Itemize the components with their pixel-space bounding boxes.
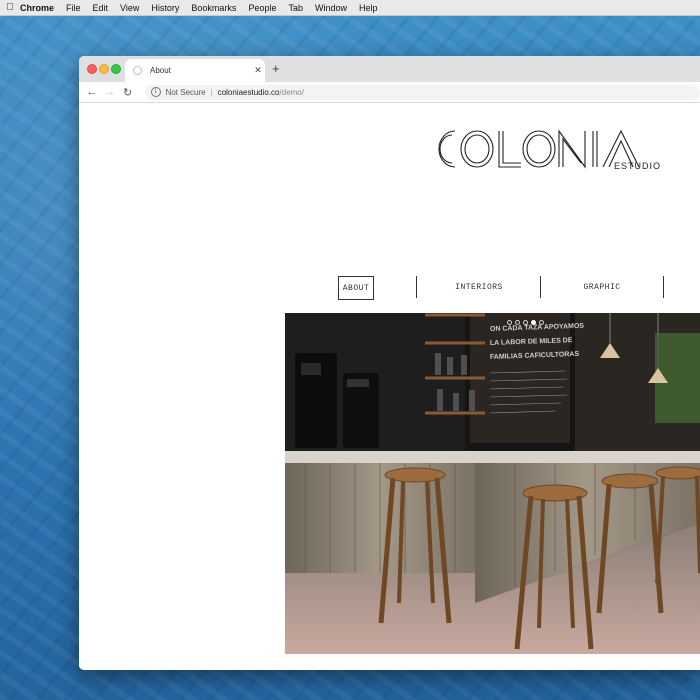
browser-window: About ✕ + ← → ↻ i Not Secure | coloniaes…: [79, 56, 700, 670]
slide-dot-active[interactable]: [531, 320, 536, 325]
nav-divider: [540, 276, 541, 298]
menu-help[interactable]: Help: [359, 3, 378, 13]
main-nav: ABOUT INTERIORS GRAPHIC: [79, 276, 700, 300]
menu-app-chrome[interactable]: Chrome: [20, 3, 54, 13]
tab-title: About: [150, 66, 171, 75]
apple-menu-icon[interactable]: : [0, 2, 20, 13]
logo-subtext: ESTUDIO: [614, 161, 662, 171]
address-bar[interactable]: i Not Secure | coloniaestudio.co /demo/: [144, 84, 700, 100]
slide-dot[interactable]: [523, 320, 528, 325]
close-window-button[interactable]: [87, 64, 97, 74]
slide-dot[interactable]: [515, 320, 520, 325]
omnibox-divider: |: [210, 87, 213, 97]
web-page: ESTUDIO ABOUT INTERIORS GRAPHIC ON CADA …: [79, 103, 700, 670]
reload-icon[interactable]: ↻: [119, 86, 137, 99]
nav-interiors[interactable]: INTERIORS: [444, 276, 514, 298]
url-path: /demo/: [279, 87, 304, 97]
hero-image: ON CADA TAZA APOYAMOS LA LABOR DE MILES …: [285, 313, 700, 654]
info-icon[interactable]: i: [150, 87, 161, 97]
menu-history[interactable]: History: [151, 3, 179, 13]
nav-divider: [416, 276, 417, 298]
tab-close-icon[interactable]: ✕: [251, 65, 265, 76]
minimize-window-button[interactable]: [99, 64, 109, 74]
menu-tab[interactable]: Tab: [288, 3, 303, 13]
back-arrow-icon[interactable]: ←: [83, 86, 101, 98]
tab-strip: About ✕ +: [79, 56, 700, 82]
menu-view[interactable]: View: [120, 3, 139, 13]
menu-window[interactable]: Window: [315, 3, 347, 13]
zoom-window-button[interactable]: [111, 64, 121, 74]
menu-people[interactable]: People: [248, 3, 276, 13]
menu-bookmarks[interactable]: Bookmarks: [191, 3, 236, 13]
menu-bar:  Chrome File Edit View History Bookmark…: [0, 0, 700, 16]
menu-edit[interactable]: Edit: [93, 3, 109, 13]
url-host: coloniaestudio.co: [217, 87, 280, 97]
tab-about[interactable]: About ✕: [125, 59, 265, 82]
coffee-bar-photo: ON CADA TAZA APOYAMOS LA LABOR DE MILES …: [285, 313, 700, 654]
menu-file[interactable]: File: [66, 3, 81, 13]
forward-arrow-icon[interactable]: →: [101, 86, 119, 98]
slider-dots: [507, 320, 544, 325]
slide-dot[interactable]: [539, 320, 544, 325]
security-label: Not Secure: [165, 87, 206, 97]
browser-toolbar: ← → ↻ i Not Secure | coloniaestudio.co /…: [79, 82, 700, 103]
nav-divider: [663, 276, 664, 298]
favicon-icon: [133, 66, 142, 75]
new-tab-button[interactable]: +: [272, 61, 280, 76]
nav-about[interactable]: ABOUT: [338, 276, 374, 300]
slide-dot[interactable]: [507, 320, 512, 325]
nav-graphic[interactable]: GRAPHIC: [569, 276, 635, 298]
